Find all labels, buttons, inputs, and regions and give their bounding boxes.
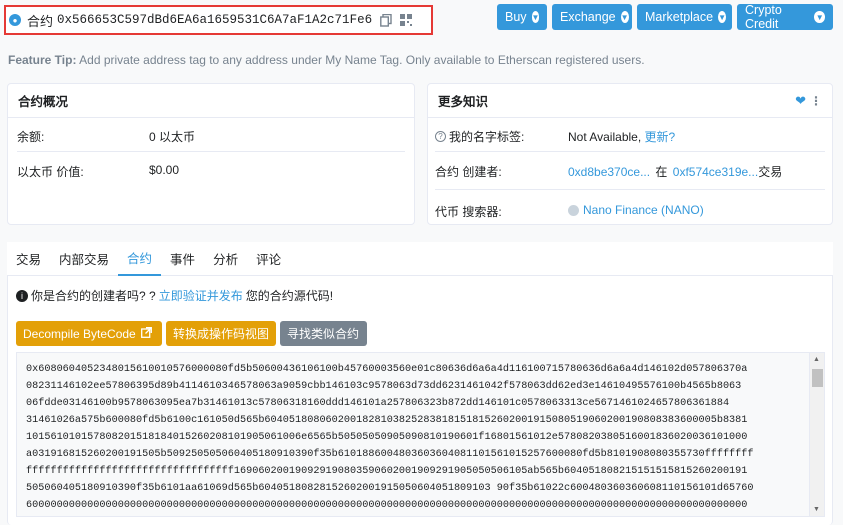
qr-code-icon[interactable] — [400, 14, 413, 26]
decompile-bytecode-button[interactable]: Decompile ByteCode — [16, 321, 162, 346]
token-tracker-row: Nano Finance (NANO) — [568, 203, 704, 217]
scrollbar-thumb[interactable] — [812, 369, 823, 387]
name-tag-label: 我的名字标签: — [449, 130, 525, 144]
top-bar: ● 合约 0x566653C597dBd6EA6a1659531C6A7aF1A… — [0, 0, 843, 38]
verify-publish-link[interactable]: 立即验证并发布 — [159, 287, 243, 304]
ether-value-value: $0.00 — [149, 163, 180, 177]
chevron-down-icon: ▼ — [718, 11, 727, 23]
tab-comments[interactable]: 评论 — [247, 242, 290, 276]
opcode-view-button[interactable]: 转换成操作码视图 — [166, 321, 276, 346]
ether-value-label: 以太币 价值: — [17, 165, 84, 179]
bytecode-textarea[interactable]: 0x6080604052348015610010576000080fd5b506… — [16, 352, 825, 517]
tab-analytics[interactable]: 分析 — [204, 242, 247, 276]
divider — [435, 189, 825, 190]
creator-label: 合约 创建者: — [435, 165, 502, 179]
copy-icon[interactable] — [380, 13, 392, 27]
find-similar-contracts-button[interactable]: 寻找类似合约 — [280, 321, 367, 346]
more-info-header: 更多知识 ❤ ⋮ — [428, 84, 832, 118]
chevron-down-icon: ▼ — [620, 11, 629, 23]
creator-suffix: 交易 — [758, 165, 783, 179]
divider — [17, 151, 405, 152]
contract-label: 合约 — [27, 13, 54, 29]
more-options-icon[interactable]: ⋮ — [810, 94, 822, 108]
exchange-button-label: Exchange — [560, 10, 616, 24]
balance-value: 0 以太币 — [149, 130, 196, 144]
scroll-up-icon[interactable]: ▲ — [813, 356, 820, 363]
chevron-down-icon: ▼ — [531, 11, 540, 23]
creation-tx-link[interactable]: 0xf574ce319e... — [673, 165, 758, 179]
info-icon: i — [16, 289, 28, 302]
external-link-icon — [140, 326, 152, 341]
creator-address-link[interactable]: 0xd8be370ce... — [568, 165, 650, 179]
crypto-credit-button-label: Crypto Credit — [745, 3, 782, 31]
name-tag-value: Not Available, — [568, 130, 642, 144]
marketplace-button[interactable]: Marketplace ▼ — [637, 4, 732, 30]
contract-overview-card: 合约概况 余额: 0 以太币 以太币 价值: $0.00 — [7, 83, 415, 225]
buy-button[interactable]: Buy ▼ — [497, 4, 547, 30]
divider — [435, 151, 825, 152]
marketplace-button-label: Marketplace — [645, 10, 714, 24]
feature-tip: Feature Tip: Add private address tag to … — [8, 53, 645, 67]
chevron-down-icon: ▼ — [814, 11, 825, 23]
tab-transactions[interactable]: 交易 — [7, 242, 50, 276]
name-tag-value-row: Not Available, 更新? — [568, 128, 675, 145]
more-info-card: 更多知识 ❤ ⋮ ? 我的名字标签: Not Available, 更新? 合约… — [427, 83, 833, 225]
tab-bar: 交易 内部交易 合约 事件 分析 评论 — [7, 242, 833, 276]
creator-at-text: 在 — [655, 165, 668, 179]
question-icon: ? — [435, 131, 446, 142]
token-tracker-link[interactable]: Nano Finance (NANO) — [583, 203, 704, 217]
exchange-button[interactable]: Exchange ▼ — [552, 4, 632, 30]
crypto-credit-button[interactable]: Crypto Credit ▼ — [737, 3, 833, 31]
more-info-actions: ❤ ⋮ — [795, 93, 822, 109]
tab-contract[interactable]: 合约 — [118, 242, 162, 276]
more-info-title: 更多知识 — [438, 95, 489, 109]
contract-address-box: ● 合约 0x566653C597dBd6EA6a1659531C6A7aF1A… — [4, 5, 433, 35]
feature-tip-label: Feature Tip: — [8, 53, 77, 67]
heart-icon[interactable]: ❤ — [795, 93, 806, 109]
name-tag-row: ? 我的名字标签: — [435, 128, 524, 145]
decompile-button-label: Decompile ByteCode — [23, 326, 136, 341]
feature-tip-text: Add private address tag to any address u… — [79, 53, 645, 67]
contract-address[interactable]: 0x566653C597dBd6EA6a1659531C6A7aF1A2c71F… — [57, 13, 372, 27]
token-logo-icon — [568, 204, 579, 216]
token-tracker-label: 代币 搜索器: — [435, 205, 502, 219]
tab-events[interactable]: 事件 — [161, 242, 204, 276]
buy-button-label: Buy — [505, 10, 527, 24]
overview-title: 合约概况 — [8, 84, 414, 118]
verify-prompt: i 你是合约的创建者吗? ? 立即验证并发布 您的合约源代码! — [16, 287, 333, 304]
verify-prefix: 你是合约的创建者吗? ? — [31, 289, 156, 303]
contract-icon: ● — [9, 14, 21, 26]
verify-suffix: 您的合约源代码! — [245, 289, 334, 303]
update-link[interactable]: 更新? — [645, 130, 676, 144]
creator-row: 0xd8be370ce... 在 0xf574ce319e...交易 — [568, 163, 782, 180]
scroll-down-icon[interactable]: ▼ — [813, 506, 820, 513]
tab-internal-transactions[interactable]: 内部交易 — [50, 242, 118, 276]
scrollbar[interactable]: ▲ ▼ — [809, 353, 824, 516]
balance-label: 余额: — [17, 130, 45, 144]
bytecode-text: 0x6080604052348015610010576000080fd5b506… — [26, 364, 754, 511]
